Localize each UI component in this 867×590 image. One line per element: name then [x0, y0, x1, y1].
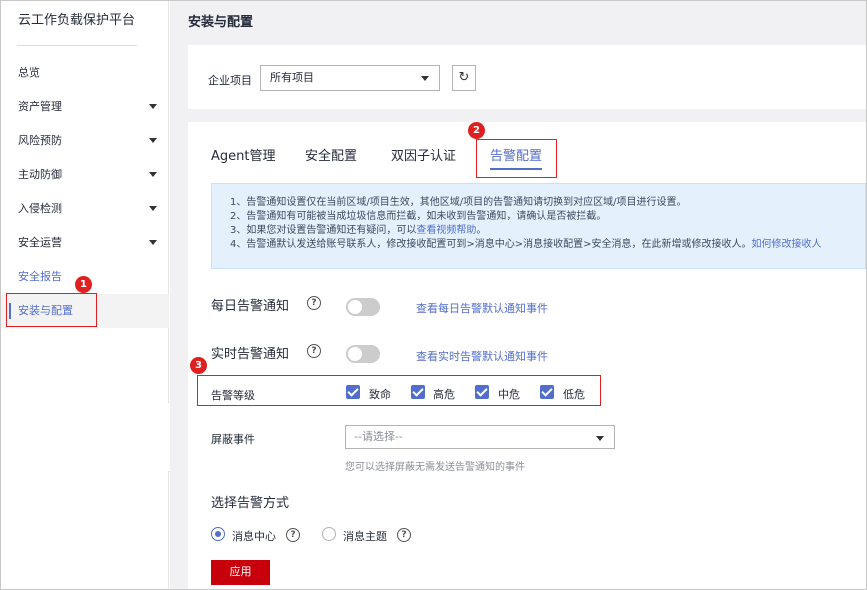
help-icon[interactable]: ? [307, 344, 321, 358]
project-label: 企业项目 [208, 74, 252, 87]
help-icon[interactable]: ? [286, 528, 300, 542]
help-icon[interactable]: ? [397, 528, 411, 542]
notice-line: 2、告警通知有可能被当成垃圾信息而拦截，如未收到告警通知，请确认是否被拦截。 [230, 211, 607, 222]
realtime-alarm-title: 实时告警通知 [211, 347, 290, 362]
video-help-link[interactable]: 查看视频帮助 [416, 225, 476, 236]
chevron-down-icon [149, 240, 157, 245]
chevron-down-icon [149, 104, 157, 109]
sidebar-divider [17, 45, 137, 46]
mask-events-hint: 您可以选择屏蔽无需发送告警通知的事件 [345, 462, 525, 473]
radio-message-topic[interactable] [322, 527, 336, 541]
annotation-box-alarm-level [197, 375, 601, 406]
realtime-default-events-link[interactable]: 查看实时告警默认通知事件 [416, 348, 548, 364]
project-select[interactable]: 所有项目 [260, 65, 440, 91]
chevron-down-icon [149, 138, 157, 143]
sidebar-item-security-ops[interactable]: 安全运营 [1, 226, 169, 260]
sidebar-item-overview[interactable]: 总览 [1, 56, 169, 90]
tab-security-config[interactable]: 安全配置 [305, 145, 357, 164]
modify-recipient-link[interactable]: 如何修改接收人 [752, 239, 822, 250]
mask-events-label: 屏蔽事件 [211, 433, 255, 446]
notice-line: 4、告警通默认发送给账号联系人，修改接收配置可到>消息中心>消息接收配置>安全消… [230, 239, 822, 250]
daily-default-events-link[interactable]: 查看每日告警默认通知事件 [416, 300, 548, 316]
tab-agent-management[interactable]: Agent管理 [211, 145, 275, 164]
annotation-badge: 1 [75, 276, 92, 293]
chevron-down-icon [596, 436, 604, 441]
annotation-box-sidebar [6, 293, 97, 327]
radio-label: 消息主题 [343, 530, 387, 543]
refresh-button[interactable]: ↻ [452, 65, 476, 91]
notice-line: 1、告警通知设置仅在当前区域/项目生效，其他区域/项目的告警通知请切换到对应区域… [230, 197, 687, 208]
daily-alarm-toggle[interactable] [346, 298, 380, 316]
realtime-alarm-toggle[interactable] [346, 345, 380, 363]
page-title: 安装与配置 [188, 15, 254, 30]
annotation-badge: 3 [190, 357, 207, 374]
help-icon[interactable]: ? [307, 296, 321, 310]
annotation-badge: 2 [468, 122, 485, 139]
notice-box: 1、告警通知设置仅在当前区域/项目生效，其他区域/项目的告警通知请切换到对应区域… [211, 183, 866, 269]
radio-message-center[interactable] [211, 527, 225, 541]
apply-button[interactable]: 应用 [211, 560, 270, 585]
sidebar-item-intrusion-detection[interactable]: 入侵检测 [1, 192, 169, 226]
refresh-icon: ↻ [458, 70, 470, 85]
sidebar-item-assets[interactable]: 资产管理 [1, 90, 169, 124]
radio-label: 消息中心 [232, 530, 276, 543]
mask-events-select[interactable]: --请选择-- [345, 425, 615, 449]
alarm-config-card: Agent管理 安全配置 双因子认证 告警配置 1、告警通知设置仅在当前区域/项… [188, 122, 866, 589]
chevron-down-icon [149, 172, 157, 177]
sidebar-title: 云工作负载保护平台 [18, 13, 136, 28]
notice-line: 3、如果您对设置告警通知还有疑问，可以查看视频帮助。 [230, 225, 487, 236]
alarm-method-title: 选择告警方式 [211, 496, 290, 511]
main-content: 安装与配置 企业项目 所有项目 ↻ Agent管理 安全配置 双因子认证 告警配… [170, 1, 866, 589]
project-filter-card: 企业项目 所有项目 ↻ [188, 45, 866, 109]
tab-two-factor-auth[interactable]: 双因子认证 [391, 145, 456, 164]
sidebar-item-active-defense[interactable]: 主动防御 [1, 158, 169, 192]
sidebar-item-risk-prevention[interactable]: 风险预防 [1, 124, 169, 158]
chevron-down-icon [421, 76, 429, 81]
daily-alarm-title: 每日告警通知 [211, 299, 290, 314]
annotation-box-tab [476, 139, 557, 178]
chevron-down-icon [149, 206, 157, 211]
